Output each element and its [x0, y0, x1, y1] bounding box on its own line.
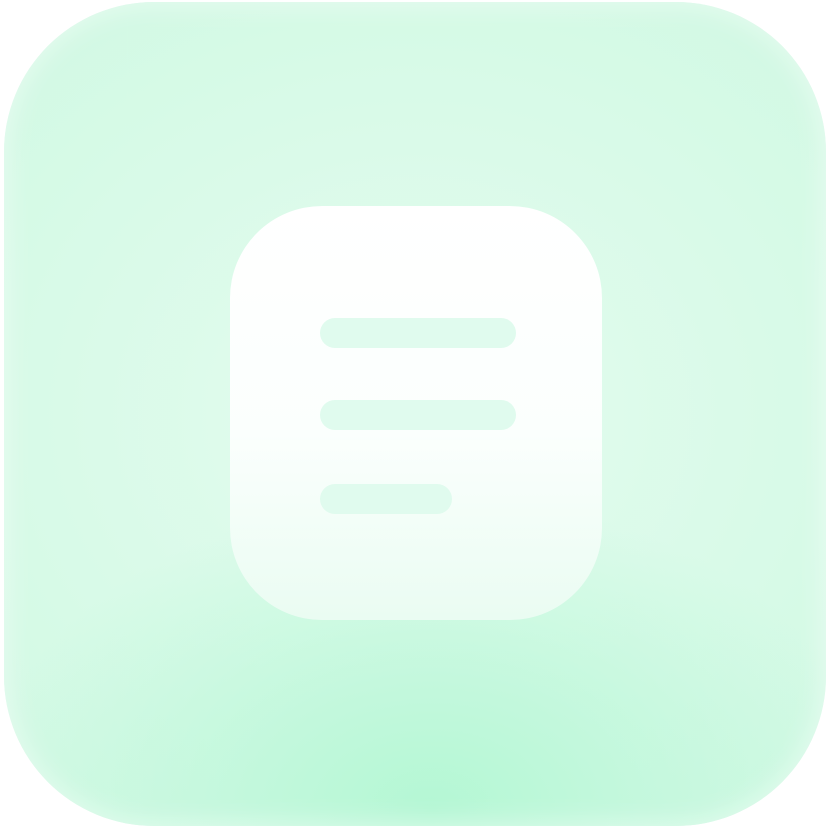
canvas: [0, 0, 828, 828]
document-line: [320, 484, 452, 514]
notes-app-icon[interactable]: [4, 2, 826, 826]
document-line: [320, 400, 516, 430]
document-line: [320, 318, 516, 348]
document-lines-icon: [230, 206, 602, 620]
